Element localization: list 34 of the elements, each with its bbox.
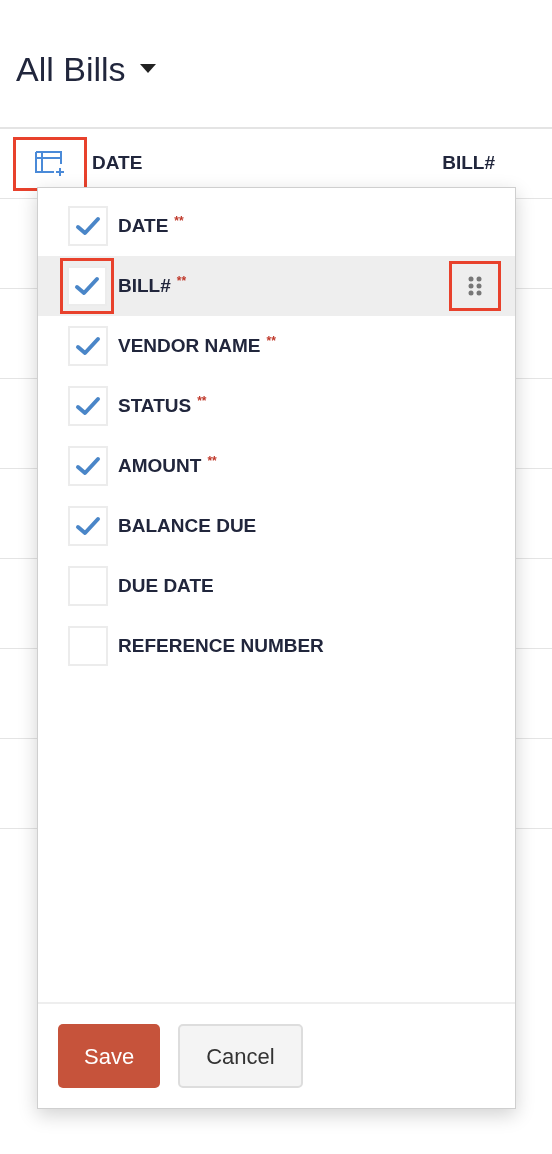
cancel-button[interactable]: Cancel xyxy=(178,1024,303,1088)
column-label: BILL# xyxy=(118,274,171,296)
checkbox[interactable] xyxy=(68,386,108,426)
column-header: DATE xyxy=(92,151,143,176)
checkmark-icon xyxy=(75,216,101,236)
column-label: VENDOR NAME xyxy=(118,334,261,356)
save-button[interactable]: Save xyxy=(58,1024,161,1088)
checkbox[interactable] xyxy=(68,506,108,546)
checkmark-icon xyxy=(75,456,101,476)
checkbox[interactable] xyxy=(67,266,107,306)
page-title[interactable]: All Bills xyxy=(16,44,126,95)
column-label: REFERENCE NUMBER xyxy=(118,634,324,656)
required-mark: ** xyxy=(197,393,207,408)
column-header: BILL# xyxy=(442,151,495,176)
column-label: STATUS xyxy=(118,394,192,416)
column-label: BALANCE DUE xyxy=(118,514,257,536)
checkmark-icon xyxy=(75,396,101,416)
column-label: DUE DATE xyxy=(118,574,214,596)
checkmark-icon xyxy=(75,336,101,356)
menu-row-highlight[interactable]: BILL# ** xyxy=(38,256,515,316)
column-label: DATE xyxy=(118,214,169,236)
checkbox[interactable] xyxy=(68,206,108,246)
required-mark: ** xyxy=(207,453,217,468)
required-mark: ** xyxy=(176,273,187,288)
checkbox[interactable] xyxy=(68,326,108,366)
column-label: AMOUNT xyxy=(118,454,202,476)
caret-icon[interactable] xyxy=(139,64,156,74)
column-settings-icon[interactable] xyxy=(34,149,66,178)
checkbox[interactable] xyxy=(68,446,108,486)
required-mark: ** xyxy=(174,213,184,228)
required-mark: ** xyxy=(266,333,276,348)
drag-handle-icon[interactable] xyxy=(468,276,482,296)
checkmark-icon xyxy=(75,516,101,536)
checkmark-icon xyxy=(74,276,100,296)
